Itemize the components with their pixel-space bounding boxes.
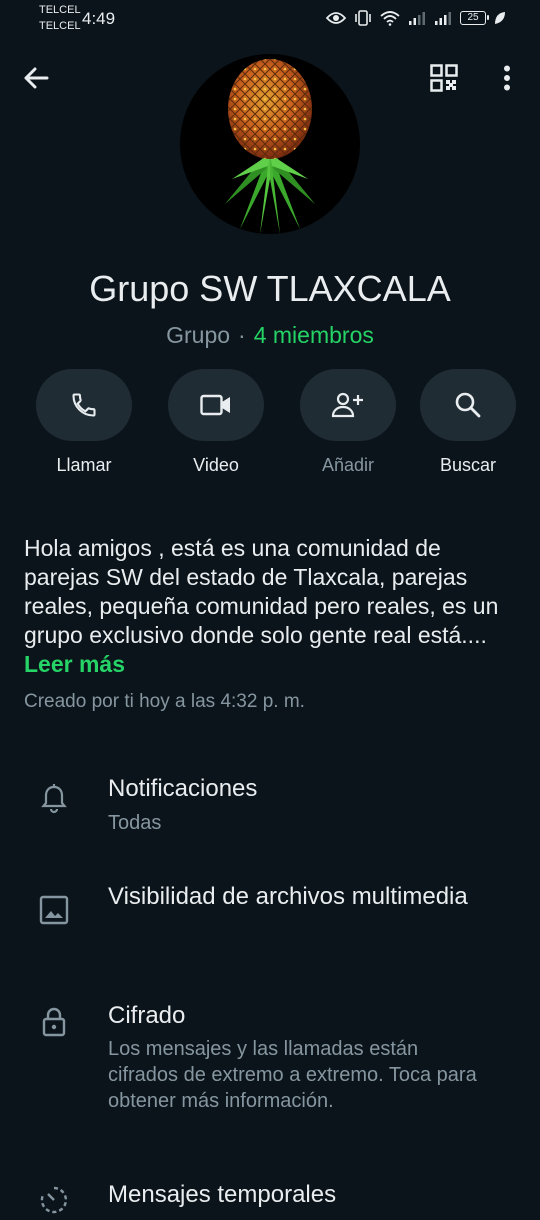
carrier-2: TELCEL bbox=[39, 20, 81, 32]
phone-icon bbox=[72, 393, 96, 417]
read-more-link[interactable]: Leer más bbox=[24, 651, 125, 677]
qr-code-icon bbox=[430, 64, 458, 92]
vibrate-icon bbox=[355, 10, 371, 26]
video-button-pill[interactable] bbox=[168, 369, 264, 441]
call-button-pill[interactable] bbox=[36, 369, 132, 441]
bell-icon bbox=[41, 784, 67, 814]
more-options-button[interactable] bbox=[490, 58, 524, 98]
group-description[interactable]: Hola amigos , está es una comunidad de p… bbox=[24, 534, 520, 679]
separator-dot: · bbox=[238, 322, 246, 348]
media-visibility-item[interactable]: Visibilidad de archivos multimedia bbox=[0, 878, 540, 958]
add-button-pill[interactable] bbox=[300, 369, 396, 441]
call-label: Llamar bbox=[56, 455, 112, 475]
search-icon bbox=[455, 392, 481, 418]
carrier-1: TELCEL bbox=[39, 4, 81, 16]
description-text: Hola amigos , está es una comunidad de p… bbox=[24, 535, 499, 648]
lock-icon bbox=[42, 1007, 66, 1037]
add-person-icon bbox=[331, 392, 363, 418]
video-label: Video bbox=[193, 455, 239, 475]
encryption-subtitle: Los mensajes y las llamadas están cifrad… bbox=[108, 1038, 477, 1112]
signal-2-icon bbox=[435, 12, 451, 25]
image-icon bbox=[39, 895, 69, 925]
add-label: Añadir bbox=[321, 455, 375, 475]
add-button[interactable]: Añadir bbox=[300, 369, 396, 476]
group-avatar[interactable] bbox=[180, 54, 360, 234]
created-info: Creado por ti hoy a las 4:32 p. m. bbox=[24, 691, 305, 712]
status-icons: 25 bbox=[326, 8, 506, 28]
search-label: Buscar bbox=[439, 455, 497, 475]
battery-icon: 25 bbox=[460, 11, 489, 25]
leaf-icon bbox=[495, 12, 505, 24]
pineapple-image bbox=[225, 59, 315, 234]
media-visibility-title: Visibilidad de archivos multimedia bbox=[108, 883, 468, 910]
qr-code-button[interactable] bbox=[424, 58, 464, 98]
search-button[interactable]: Buscar bbox=[420, 369, 516, 476]
group-name: Grupo SW TLAXCALA bbox=[89, 268, 451, 309]
encryption-title: Cifrado bbox=[108, 1002, 186, 1029]
arrow-left-icon bbox=[24, 67, 49, 89]
call-button[interactable]: Llamar bbox=[36, 369, 132, 476]
encryption-item[interactable]: Cifrado Los mensajes y las llamadas está… bbox=[0, 997, 540, 1147]
status-time: 4:49 bbox=[82, 9, 116, 28]
status-bar: TELCEL TELCEL 4:49 25 bbox=[0, 0, 540, 40]
search-button-pill[interactable] bbox=[420, 369, 516, 441]
notifications-subtitle: Todas bbox=[108, 812, 162, 834]
back-button[interactable] bbox=[16, 58, 56, 98]
group-subtitle: Grupo · 4 miembros bbox=[0, 322, 540, 349]
members-link[interactable]: 4 miembros bbox=[254, 322, 374, 348]
more-vert-icon bbox=[504, 65, 510, 91]
disappearing-messages-item[interactable]: Mensajes temporales bbox=[0, 1180, 540, 1220]
group-type: Grupo bbox=[166, 322, 231, 348]
timer-icon bbox=[40, 1186, 68, 1214]
disappearing-messages-title: Mensajes temporales bbox=[108, 1181, 337, 1208]
video-icon bbox=[200, 394, 230, 416]
signal-icon bbox=[409, 12, 425, 25]
eye-icon bbox=[326, 12, 346, 24]
wifi-icon bbox=[380, 11, 400, 26]
notifications-item[interactable]: Notificaciones Todas bbox=[0, 770, 540, 850]
notifications-title: Notificaciones bbox=[108, 775, 258, 802]
video-button[interactable]: Video bbox=[168, 369, 264, 476]
